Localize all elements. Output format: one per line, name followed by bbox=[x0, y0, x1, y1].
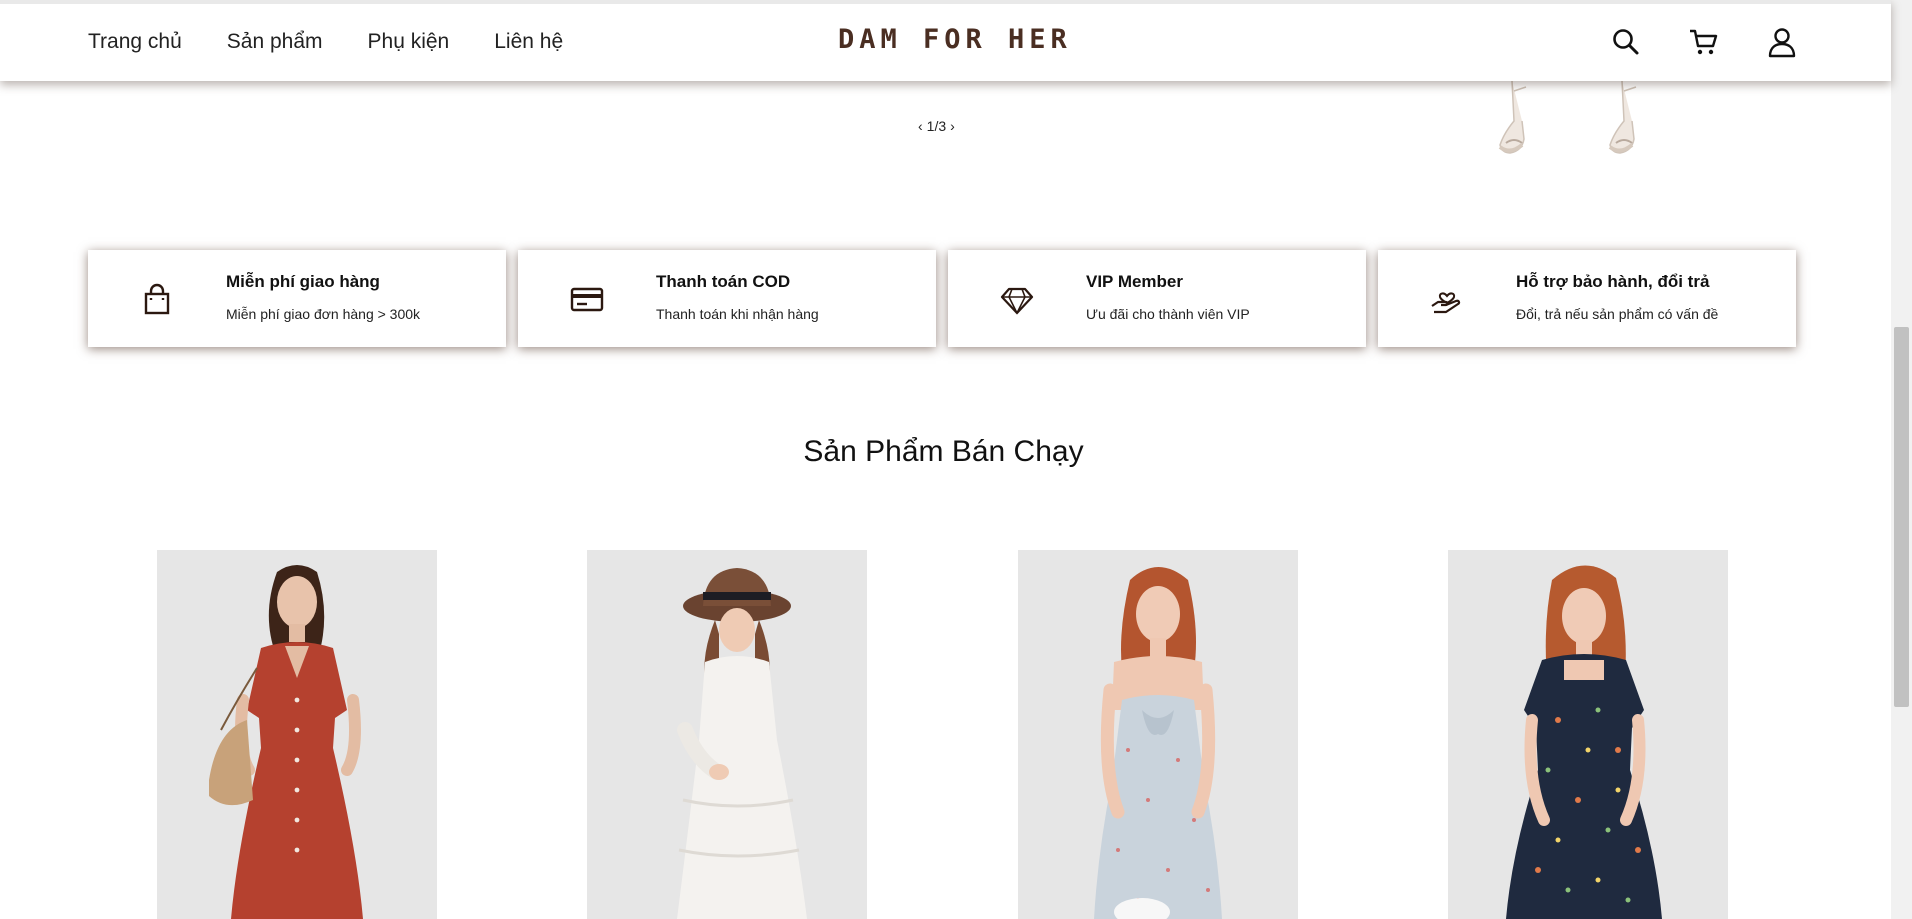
slider-next-button[interactable]: › bbox=[950, 118, 955, 134]
scrollbar-thumb[interactable] bbox=[1894, 327, 1909, 707]
feature-warranty: Hỗ trợ bảo hành, đổi trả Đổi, trả nếu sả… bbox=[1378, 250, 1796, 347]
product-card-floral-slip-dress[interactable] bbox=[1018, 550, 1298, 919]
page: Trang chủ Sản phẩm Phụ kiện Liên hệ DAM … bbox=[0, 0, 1912, 919]
feature-subtitle: Miễn phí giao đơn hàng > 300k bbox=[226, 306, 421, 322]
bestsellers-title: Sản Phẩm Bán Chạy bbox=[803, 435, 1084, 468]
shopping-bag-icon bbox=[140, 282, 174, 316]
header-actions bbox=[1608, 24, 1800, 60]
feature-cod: Thanh toán COD Thanh toán khi nhận hàng bbox=[518, 250, 936, 347]
feature-vip: VIP Member Ưu đãi cho thành viên VIP bbox=[948, 250, 1366, 347]
site-logo[interactable]: DAM FOR HER bbox=[838, 24, 1072, 55]
slider-pager: ‹ 1/3 › bbox=[918, 118, 955, 134]
feature-strip: Miễn phí giao hàng Miễn phí giao đơn hàn… bbox=[88, 250, 1796, 347]
product-card-navy-floral-dress[interactable] bbox=[1448, 550, 1728, 919]
feature-subtitle: Thanh toán khi nhận hàng bbox=[656, 306, 819, 322]
nav-contact[interactable]: Liên hệ bbox=[494, 26, 563, 58]
red-button-dress-photo bbox=[157, 550, 437, 919]
feature-title: Thanh toán COD bbox=[656, 272, 791, 291]
page-scrollbar[interactable] bbox=[1891, 0, 1912, 919]
feature-subtitle: Đổi, trả nếu sản phẩm có vấn đề bbox=[1516, 306, 1719, 322]
slider-page-indicator: 1/3 bbox=[926, 118, 947, 134]
feature-title: Hỗ trợ bảo hành, đổi trả bbox=[1516, 272, 1710, 291]
credit-card-icon bbox=[570, 282, 604, 316]
nav-accessories[interactable]: Phụ kiện bbox=[368, 26, 450, 58]
slider-prev-button[interactable]: ‹ bbox=[918, 118, 923, 134]
navy-floral-dress-photo bbox=[1448, 550, 1728, 919]
slider-image-sandals bbox=[1470, 80, 1670, 166]
hand-heart-icon bbox=[1430, 282, 1464, 316]
search-icon[interactable] bbox=[1608, 24, 1644, 60]
feature-free-shipping: Miễn phí giao hàng Miễn phí giao đơn hàn… bbox=[88, 250, 506, 347]
nav-products[interactable]: Sản phẩm bbox=[227, 26, 323, 58]
diamond-icon bbox=[1000, 282, 1034, 316]
cart-icon[interactable] bbox=[1686, 24, 1722, 60]
nav-home[interactable]: Trang chủ bbox=[88, 26, 182, 58]
product-card-white-dress[interactable] bbox=[587, 550, 867, 919]
feature-subtitle: Ưu đãi cho thành viên VIP bbox=[1086, 306, 1250, 322]
user-icon[interactable] bbox=[1764, 24, 1800, 60]
site-header: Trang chủ Sản phẩm Phụ kiện Liên hệ DAM … bbox=[0, 0, 1891, 81]
feature-title: VIP Member bbox=[1086, 272, 1184, 291]
feature-title: Miễn phí giao hàng bbox=[226, 272, 380, 291]
product-card-red-dress[interactable] bbox=[157, 550, 437, 919]
floral-slip-dress-photo bbox=[1018, 550, 1298, 919]
white-lace-dress-photo bbox=[587, 550, 867, 919]
main-nav: Trang chủ Sản phẩm Phụ kiện Liên hệ bbox=[88, 26, 608, 58]
